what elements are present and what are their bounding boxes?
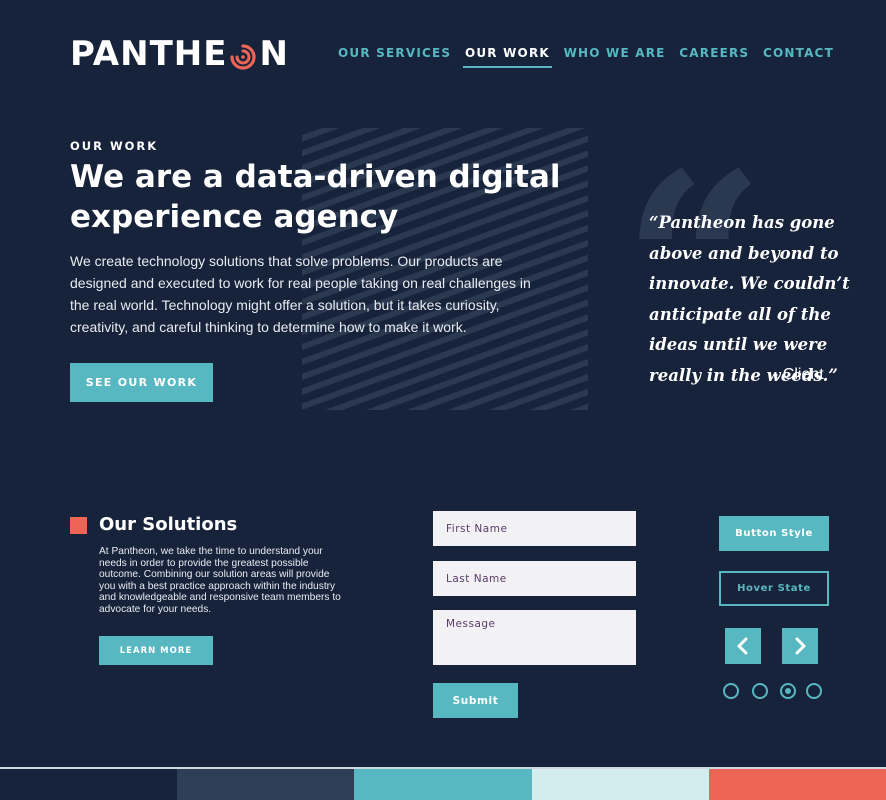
swirl-o-icon xyxy=(229,40,257,70)
hero-title: We are a data-driven digital experience … xyxy=(70,159,561,235)
testimonial-quote: “Pantheon has gone above and beyond to i… xyxy=(649,213,850,385)
carousel-dot-1[interactable] xyxy=(723,683,739,699)
see-our-work-button[interactable]: SEE OUR WORK xyxy=(70,363,213,402)
color-palette xyxy=(0,769,886,800)
swatch-slate xyxy=(177,769,355,800)
swatch-teal xyxy=(354,769,532,800)
logo-text-end: N xyxy=(259,34,289,74)
carousel-dot-4[interactable] xyxy=(806,683,822,699)
carousel-dot-2[interactable] xyxy=(752,683,768,699)
chevron-left-icon xyxy=(737,637,748,655)
testimonial-author: - Client xyxy=(773,366,824,383)
pantheon-logo[interactable]: PANTHE N xyxy=(70,34,289,74)
learn-more-button[interactable]: LEARN MORE xyxy=(99,636,213,665)
main-nav: OUR SERVICES OUR WORK WHO WE ARE CAREERS… xyxy=(338,46,834,68)
nav-contact[interactable]: CONTACT xyxy=(763,46,834,66)
last-name-field[interactable]: Last Name xyxy=(433,561,636,596)
hero-body: We create technology solutions that solv… xyxy=(70,253,531,335)
swatch-light-teal xyxy=(531,769,709,800)
solutions-title: Our Solutions xyxy=(99,514,238,535)
nav-our-work[interactable]: OUR WORK xyxy=(462,46,552,68)
nav-careers[interactable]: CAREERS xyxy=(679,46,749,66)
hero-eyebrow: OUR WORK xyxy=(70,139,159,153)
chevron-right-icon xyxy=(795,637,806,655)
swatch-navy xyxy=(0,769,178,800)
swatch-coral xyxy=(708,769,886,800)
nav-our-services[interactable]: OUR SERVICES xyxy=(338,46,451,66)
carousel-next-button[interactable] xyxy=(782,628,818,664)
submit-button[interactable]: Submit xyxy=(433,683,518,718)
solutions-body: At Pantheon, we take the time to underst… xyxy=(99,546,341,615)
nav-who-we-are[interactable]: WHO WE ARE xyxy=(564,46,666,66)
message-field[interactable]: Message xyxy=(433,610,636,665)
logo-text-start: PANTHE xyxy=(70,34,228,74)
carousel-prev-button[interactable] xyxy=(725,628,761,664)
carousel-dot-3[interactable] xyxy=(780,683,796,699)
accent-square xyxy=(70,517,87,534)
button-style-sample[interactable]: Button Style xyxy=(719,516,829,551)
first-name-field[interactable]: First Name xyxy=(433,511,636,546)
hover-state-sample[interactable]: Hover State xyxy=(719,571,829,606)
